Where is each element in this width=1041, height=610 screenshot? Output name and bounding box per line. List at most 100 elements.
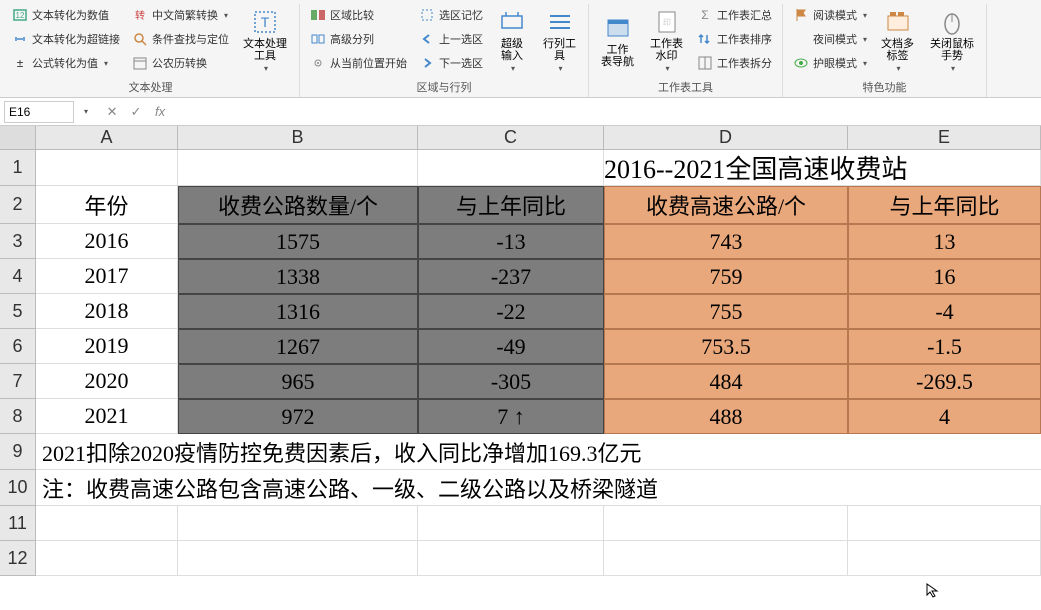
cell-D7[interactable]: 484	[604, 364, 848, 399]
cell-A2[interactable]: 年份	[36, 186, 178, 224]
night-mode-button[interactable]: 夜间模式 ▾	[789, 28, 871, 50]
cell-C2[interactable]: 与上年同比	[418, 186, 604, 224]
cell-D3[interactable]: 743	[604, 224, 848, 259]
cell-D12[interactable]	[604, 541, 848, 576]
cell-D1[interactable]: 2016--2021全国高速收费站	[604, 150, 1041, 186]
cell-A11[interactable]	[36, 506, 178, 541]
cell-A4[interactable]: 2017	[36, 259, 178, 294]
cell-B4[interactable]: 1338	[178, 259, 418, 294]
row-header-4[interactable]: 4	[0, 259, 36, 294]
cell-D4[interactable]: 759	[604, 259, 848, 294]
fx-button[interactable]: fx	[148, 101, 172, 123]
next-select-button[interactable]: 下一选区	[415, 52, 487, 74]
row-header-10[interactable]: 10	[0, 470, 36, 506]
row-header-9[interactable]: 9	[0, 434, 36, 470]
cancel-formula-button[interactable]: ✕	[100, 101, 124, 123]
cell-D5[interactable]: 755	[604, 294, 848, 329]
cell-A9[interactable]: 2021扣除2020疫情防控免费因素后，收入同比净增加169.3亿元	[36, 434, 1041, 470]
cell-reference-input[interactable]	[4, 101, 74, 123]
text-tools-button[interactable]: T 文本处理 工具 ▾	[237, 4, 293, 77]
cell-A5[interactable]: 2018	[36, 294, 178, 329]
cell-E6[interactable]: -1.5	[848, 329, 1041, 364]
row-header-2[interactable]: 2	[0, 186, 36, 224]
cell-D11[interactable]	[604, 506, 848, 541]
cell-C6[interactable]: -49	[418, 329, 604, 364]
cell-E8[interactable]: 4	[848, 399, 1041, 434]
prev-select-button[interactable]: 上一选区	[415, 28, 487, 50]
cell-E4[interactable]: 16	[848, 259, 1041, 294]
select-memory-button[interactable]: 选区记忆	[415, 4, 487, 26]
row-header-12[interactable]: 12	[0, 541, 36, 576]
cell-B6[interactable]: 1267	[178, 329, 418, 364]
cell-E3[interactable]: 13	[848, 224, 1041, 259]
advanced-split-button[interactable]: 高级分列	[306, 28, 411, 50]
text-to-value-button[interactable]: 12 文本转化为数值	[8, 4, 124, 26]
cell-C11[interactable]	[418, 506, 604, 541]
cell-B3[interactable]: 1575	[178, 224, 418, 259]
cell-E5[interactable]: -4	[848, 294, 1041, 329]
cell-E12[interactable]	[848, 541, 1041, 576]
cell-D8[interactable]: 488	[604, 399, 848, 434]
col-header-B[interactable]: B	[178, 126, 418, 150]
cell-A1[interactable]	[36, 150, 178, 186]
cell-C1[interactable]	[418, 150, 604, 186]
row-header-7[interactable]: 7	[0, 364, 36, 399]
text-to-link-button[interactable]: 文本转化为超链接	[8, 28, 124, 50]
cell-C4[interactable]: -237	[418, 259, 604, 294]
row-header-3[interactable]: 3	[0, 224, 36, 259]
col-header-C[interactable]: C	[418, 126, 604, 150]
cell-B8[interactable]: 972	[178, 399, 418, 434]
cell-B5[interactable]: 1316	[178, 294, 418, 329]
cell-A10[interactable]: 注：收费高速公路包含高速公路、一级、二级公路以及桥梁隧道	[36, 470, 1041, 506]
sheet-split-button[interactable]: 工作表拆分	[693, 52, 776, 74]
row-header-5[interactable]: 5	[0, 294, 36, 329]
sheet-summary-button[interactable]: Σ 工作表汇总	[693, 4, 776, 26]
doc-tabs-button[interactable]: 文档多 标签 ▾	[875, 4, 920, 77]
sheet-sort-button[interactable]: 工作表排序	[693, 28, 776, 50]
region-compare-button[interactable]: 区域比较	[306, 4, 411, 26]
select-all-corner[interactable]	[0, 126, 36, 150]
formula-to-value-button[interactable]: ± 公式转化为值 ▾	[8, 52, 124, 74]
cell-E2[interactable]: 与上年同比	[848, 186, 1041, 224]
traditional-simplified-button[interactable]: 转 中文简繁转换 ▾	[128, 4, 233, 26]
formula-input[interactable]	[172, 101, 1037, 123]
cell-E7[interactable]: -269.5	[848, 364, 1041, 399]
cell-D6[interactable]: 753.5	[604, 329, 848, 364]
chevron-down-icon[interactable]: ▾	[84, 107, 88, 116]
cell-B11[interactable]	[178, 506, 418, 541]
cell-B12[interactable]	[178, 541, 418, 576]
row-header-6[interactable]: 6	[0, 329, 36, 364]
cell-A3[interactable]: 2016	[36, 224, 178, 259]
row-header-1[interactable]: 1	[0, 150, 36, 186]
from-position-button[interactable]: 从当前位置开始	[306, 52, 411, 74]
row-header-11[interactable]: 11	[0, 506, 36, 541]
row-header-8[interactable]: 8	[0, 399, 36, 434]
confirm-formula-button[interactable]: ✓	[124, 101, 148, 123]
col-header-E[interactable]: E	[848, 126, 1041, 150]
row-tools-button[interactable]: 行列工 具 ▾	[537, 4, 582, 77]
sheet-watermark-button[interactable]: 印 工作表 水印 ▾	[644, 4, 689, 77]
col-header-A[interactable]: A	[36, 126, 178, 150]
read-mode-button[interactable]: 阅读模式 ▾	[789, 4, 871, 26]
calendar-convert-button[interactable]: 公农历转换	[128, 52, 233, 74]
cell-C7[interactable]: -305	[418, 364, 604, 399]
cell-C8[interactable]: 7 ↑	[418, 399, 604, 434]
cell-C12[interactable]	[418, 541, 604, 576]
cell-C3[interactable]: -13	[418, 224, 604, 259]
cell-B7[interactable]: 965	[178, 364, 418, 399]
cell-E11[interactable]	[848, 506, 1041, 541]
close-mouse-button[interactable]: 关闭鼠标 手势 ▾	[924, 4, 980, 77]
cell-A7[interactable]: 2020	[36, 364, 178, 399]
cell-B2[interactable]: 收费公路数量/个	[178, 186, 418, 224]
super-input-button[interactable]: 超级 输入 ▾	[491, 4, 533, 77]
cell-A8[interactable]: 2021	[36, 399, 178, 434]
cell-A6[interactable]: 2019	[36, 329, 178, 364]
condition-find-button[interactable]: 条件查找与定位	[128, 28, 233, 50]
cell-C5[interactable]: -22	[418, 294, 604, 329]
cell-B1[interactable]	[178, 150, 418, 186]
cell-D2[interactable]: 收费高速公路/个	[604, 186, 848, 224]
cell-A12[interactable]	[36, 541, 178, 576]
col-header-D[interactable]: D	[604, 126, 848, 150]
sheet-nav-button[interactable]: 工作 表导航	[595, 4, 640, 77]
eye-protect-button[interactable]: 护眼模式 ▾	[789, 52, 871, 74]
